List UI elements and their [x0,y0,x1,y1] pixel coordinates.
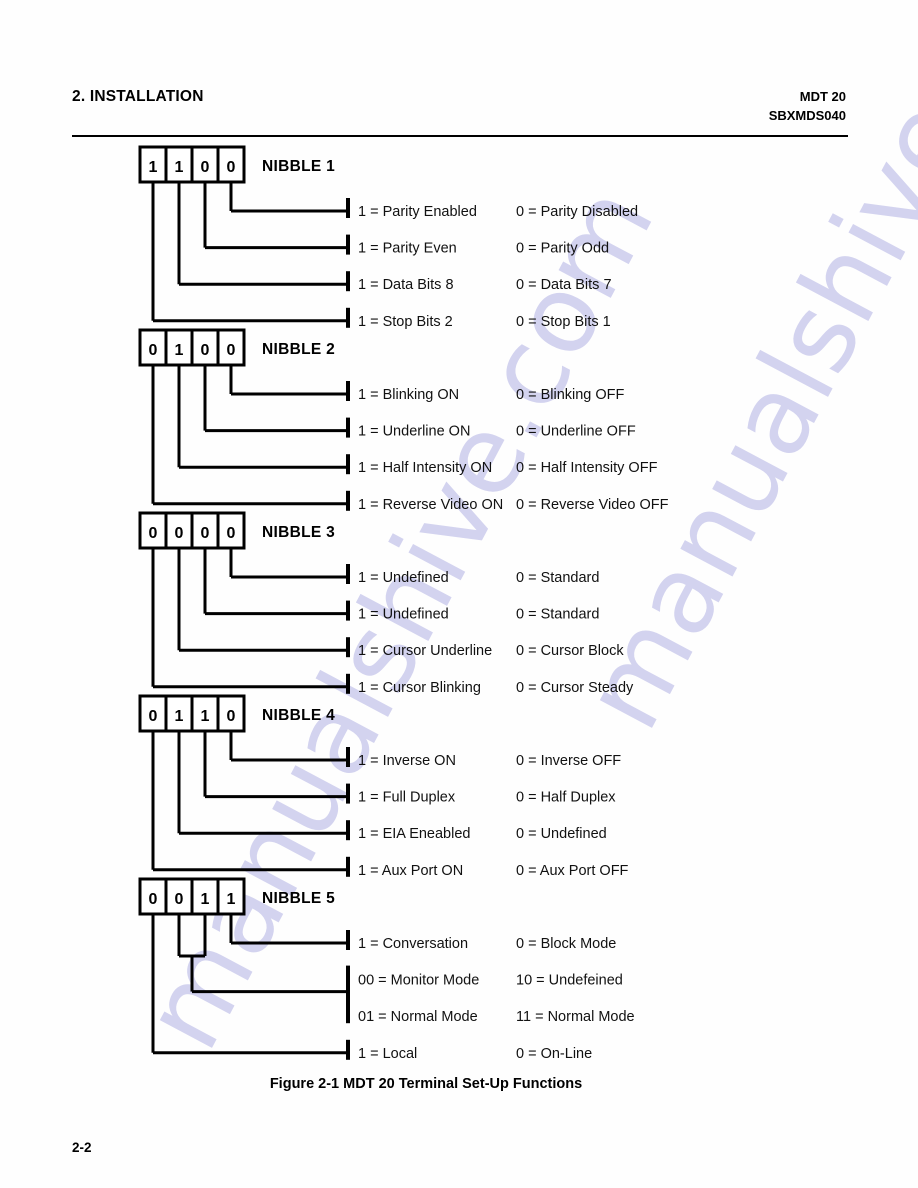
bit-clear-label: 0 = Aux Port OFF [516,863,629,879]
bit-set-label: 1 = Inverse ON [358,753,456,769]
leader-line [229,731,348,762]
bit-set-label: 1 = Conversation [358,936,468,952]
bit-clear-label: 0 = Block Mode [516,936,616,952]
bit-value: 0 [227,525,236,542]
nibble-group: 0 1 1 0 NIBBLE 41 = Inverse ON 0 = Inverse OF… [138,694,629,879]
bit-set-label: 1 = Undefined [358,607,449,623]
leader-line [151,182,348,323]
leader-line [229,365,348,396]
leader-line [151,365,348,506]
bit-set-label: 1 = Parity Even [358,241,457,257]
leader-line [151,731,348,872]
bit-set-label: 1 = Underline ON [358,424,470,440]
nibble-group: 0 0 0 0 NIBBLE 31 = Undefined 0 = Standard1 =… [138,511,634,696]
bit-clear-label: 0 = Inverse OFF [516,753,621,769]
page-number: 2-2 [72,1140,92,1155]
bit-set-label: 1 = Aux Port ON [358,863,463,879]
bit-value: 0 [227,342,236,359]
leader-line [229,182,348,213]
leader-line [229,914,348,945]
bit-set-label: 1 = Data Bits 8 [358,277,454,293]
bit-set-label: 1 = Cursor Underline [358,643,492,659]
bit-value: 0 [149,342,158,359]
bit-clear-label: 10 = Undefeined [516,973,623,989]
nibble-label: NIBBLE 1 [262,158,335,175]
bit-clear-label: 0 = Stop Bits 1 [516,314,611,330]
nibble-group: 0 0 1 1 NIBBLE 51 = Conversation 0 = Block Mo… [138,877,635,1062]
bit-clear-label: 0 = Standard [516,570,599,586]
bit-value: 0 [149,891,158,908]
bit-value: 1 [201,891,210,908]
bit-value: 0 [175,891,184,908]
bit-value: 1 [175,342,184,359]
figure-2-1: 1 1 0 0 NIBBLE 11 = Parity Enabled 0 = Parity… [0,0,918,1188]
document-number: SBXMDS040 [768,107,846,123]
leader-line [203,365,348,433]
bit-value: 1 [201,708,210,725]
bit-value: 0 [149,708,158,725]
chapter-title: 2. INSTALLATION [72,88,204,105]
bit-set-label: 1 = Parity Enabled [358,204,477,220]
bit-value: 1 [175,159,184,176]
nibble-label: NIBBLE 2 [262,341,335,358]
leader-line [151,914,348,1055]
bit-clear-label: 0 = Undefined [516,826,607,842]
bit-clear-label: 0 = Half Duplex [516,790,616,806]
bit-set-label: 1 = EIA Eneabled [358,826,470,842]
bit-set-label: 00 = Monitor Mode [358,973,479,989]
bit-set-label: 1 = Reverse Video ON [358,497,503,513]
bit-clear-label: 0 = Blinking OFF [516,387,625,403]
bit-value: 0 [201,525,210,542]
leader-line [229,548,348,579]
bit-clear-label: 0 = Data Bits 7 [516,277,612,293]
bit-set-label: 1 = Stop Bits 2 [358,314,453,330]
leader-line [151,548,348,689]
nibble-label: NIBBLE 3 [262,524,335,541]
bit-clear-label: 0 = On-Line [516,1046,592,1062]
bit-set-label: 1 = Undefined [358,570,449,586]
figure-caption: Figure 2-1 MDT 20 Terminal Set-Up Functi… [270,1076,582,1092]
bit-set-label: 1 = Half Intensity ON [358,460,492,476]
bit-set-label: 01 = Normal Mode [358,1009,478,1025]
bit-set-label: 1 = Cursor Blinking [358,680,481,696]
bit-set-label: 1 = Blinking ON [358,387,459,403]
bit-clear-label: 0 = Parity Disabled [516,204,638,220]
bit-clear-label: 0 = Half Intensity OFF [516,460,658,476]
nibble-label: NIBBLE 5 [262,890,335,907]
bit-clear-label: 0 = Underline OFF [516,424,636,440]
bit-clear-label: 0 = Cursor Steady [516,680,634,696]
bit-value: 0 [149,525,158,542]
bit-value: 0 [201,342,210,359]
bit-set-label: 1 = Full Duplex [358,790,456,806]
bit-value: 0 [227,708,236,725]
bit-value: 1 [227,891,236,908]
nibble-group: 1 1 0 0 NIBBLE 11 = Parity Enabled 0 = Parity… [138,145,638,330]
document-page: manualshive.com manualshive.com 2. INSTA… [0,0,918,1188]
product-name: MDT 20 [799,89,846,104]
bit-clear-label: 0 = Standard [516,607,599,623]
bit-value: 0 [201,159,210,176]
leader-line [203,731,348,799]
bit-set-label: 1 = Local [358,1046,417,1062]
running-header: 2. INSTALLATION MDT 20 SBXMDS040 [72,88,846,126]
bit-value: 1 [175,708,184,725]
bit-clear-label: 0 = Parity Odd [516,241,609,257]
nibble-label: NIBBLE 4 [262,707,335,724]
nibble-group: 0 1 0 0 NIBBLE 21 = Blinking ON 0 = Blinking … [138,328,669,513]
bit-value: 0 [227,159,236,176]
bit-clear-label: 0 = Reverse Video OFF [516,497,669,513]
bit-clear-label: 0 = Cursor Block [516,643,624,659]
leader-line [203,182,348,250]
bit-clear-label: 11 = Normal Mode [516,1009,635,1025]
leader-line [203,548,348,616]
bit-value: 0 [175,525,184,542]
header-rule [72,135,848,137]
bit-value: 1 [149,159,158,176]
bit-pair-bracket [177,914,348,994]
